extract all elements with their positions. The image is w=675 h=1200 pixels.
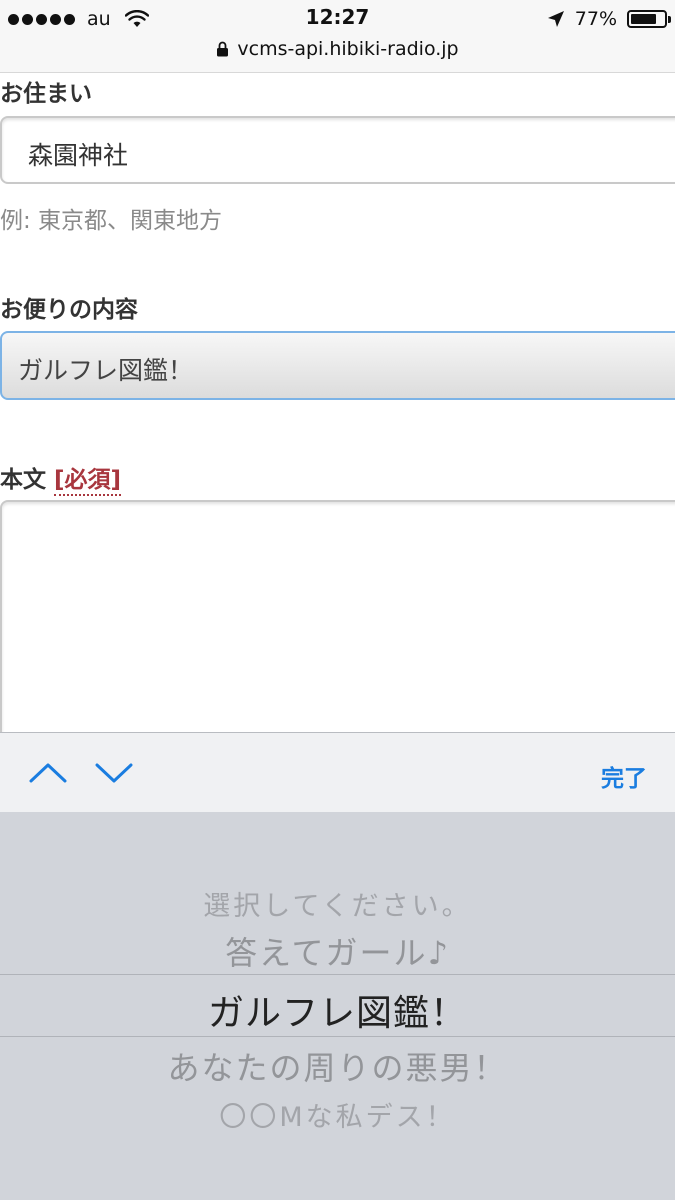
address-input-value: 森園神社 bbox=[28, 141, 129, 170]
chevron-down-icon[interactable] bbox=[94, 753, 134, 793]
url-bar[interactable]: vcms-api.hibiki-radio.jp bbox=[0, 38, 675, 60]
picker-selection-top-line bbox=[0, 974, 675, 975]
status-right: 77% bbox=[547, 6, 671, 32]
picker-toolbar: 完了 bbox=[0, 732, 675, 813]
picker-selection-bottom-line bbox=[0, 1036, 675, 1037]
body-label: 本文 [必須] bbox=[0, 460, 122, 496]
battery-icon bbox=[627, 10, 671, 28]
address-label: お住まい bbox=[0, 81, 92, 107]
battery-percent: 77% bbox=[574, 8, 617, 30]
picker-option[interactable]: 選択してください。 bbox=[0, 884, 675, 923]
battery-fill bbox=[631, 14, 656, 24]
url-text: vcms-api.hibiki-radio.jp bbox=[237, 38, 459, 60]
picker-option[interactable]: あなたの周りの悪男！ bbox=[0, 1043, 675, 1089]
done-button[interactable]: 完了 bbox=[601, 759, 647, 793]
chevron-up-icon[interactable] bbox=[28, 753, 68, 793]
picker-option[interactable]: 答えてガール♪ bbox=[0, 928, 675, 974]
address-hint: 例: 東京都、関東地方 bbox=[0, 208, 223, 234]
body-label-text: 本文 bbox=[0, 467, 46, 493]
required-badge: [必須] bbox=[54, 467, 122, 496]
lock-icon bbox=[217, 41, 229, 57]
content-select[interactable]: ガルフレ図鑑！ bbox=[0, 331, 675, 400]
status-bar: au 12:27 77% vcms-api.hibiki-radio.jp bbox=[0, 0, 675, 73]
body-textarea[interactable] bbox=[0, 500, 675, 760]
content-select-value: ガルフレ図鑑！ bbox=[18, 356, 194, 385]
address-input[interactable]: 森園神社 bbox=[0, 116, 675, 184]
picker-option[interactable]: 〇〇Mな私デス！ bbox=[0, 1095, 675, 1134]
location-arrow-icon bbox=[547, 11, 564, 27]
content-label: お便りの内容 bbox=[0, 297, 138, 323]
picker-wheel[interactable]: 選択してください。 答えてガール♪ ガルフレ図鑑！ あなたの周りの悪男！ 〇〇M… bbox=[0, 812, 675, 1200]
picker-option-selected[interactable]: ガルフレ図鑑！ bbox=[0, 984, 675, 1036]
